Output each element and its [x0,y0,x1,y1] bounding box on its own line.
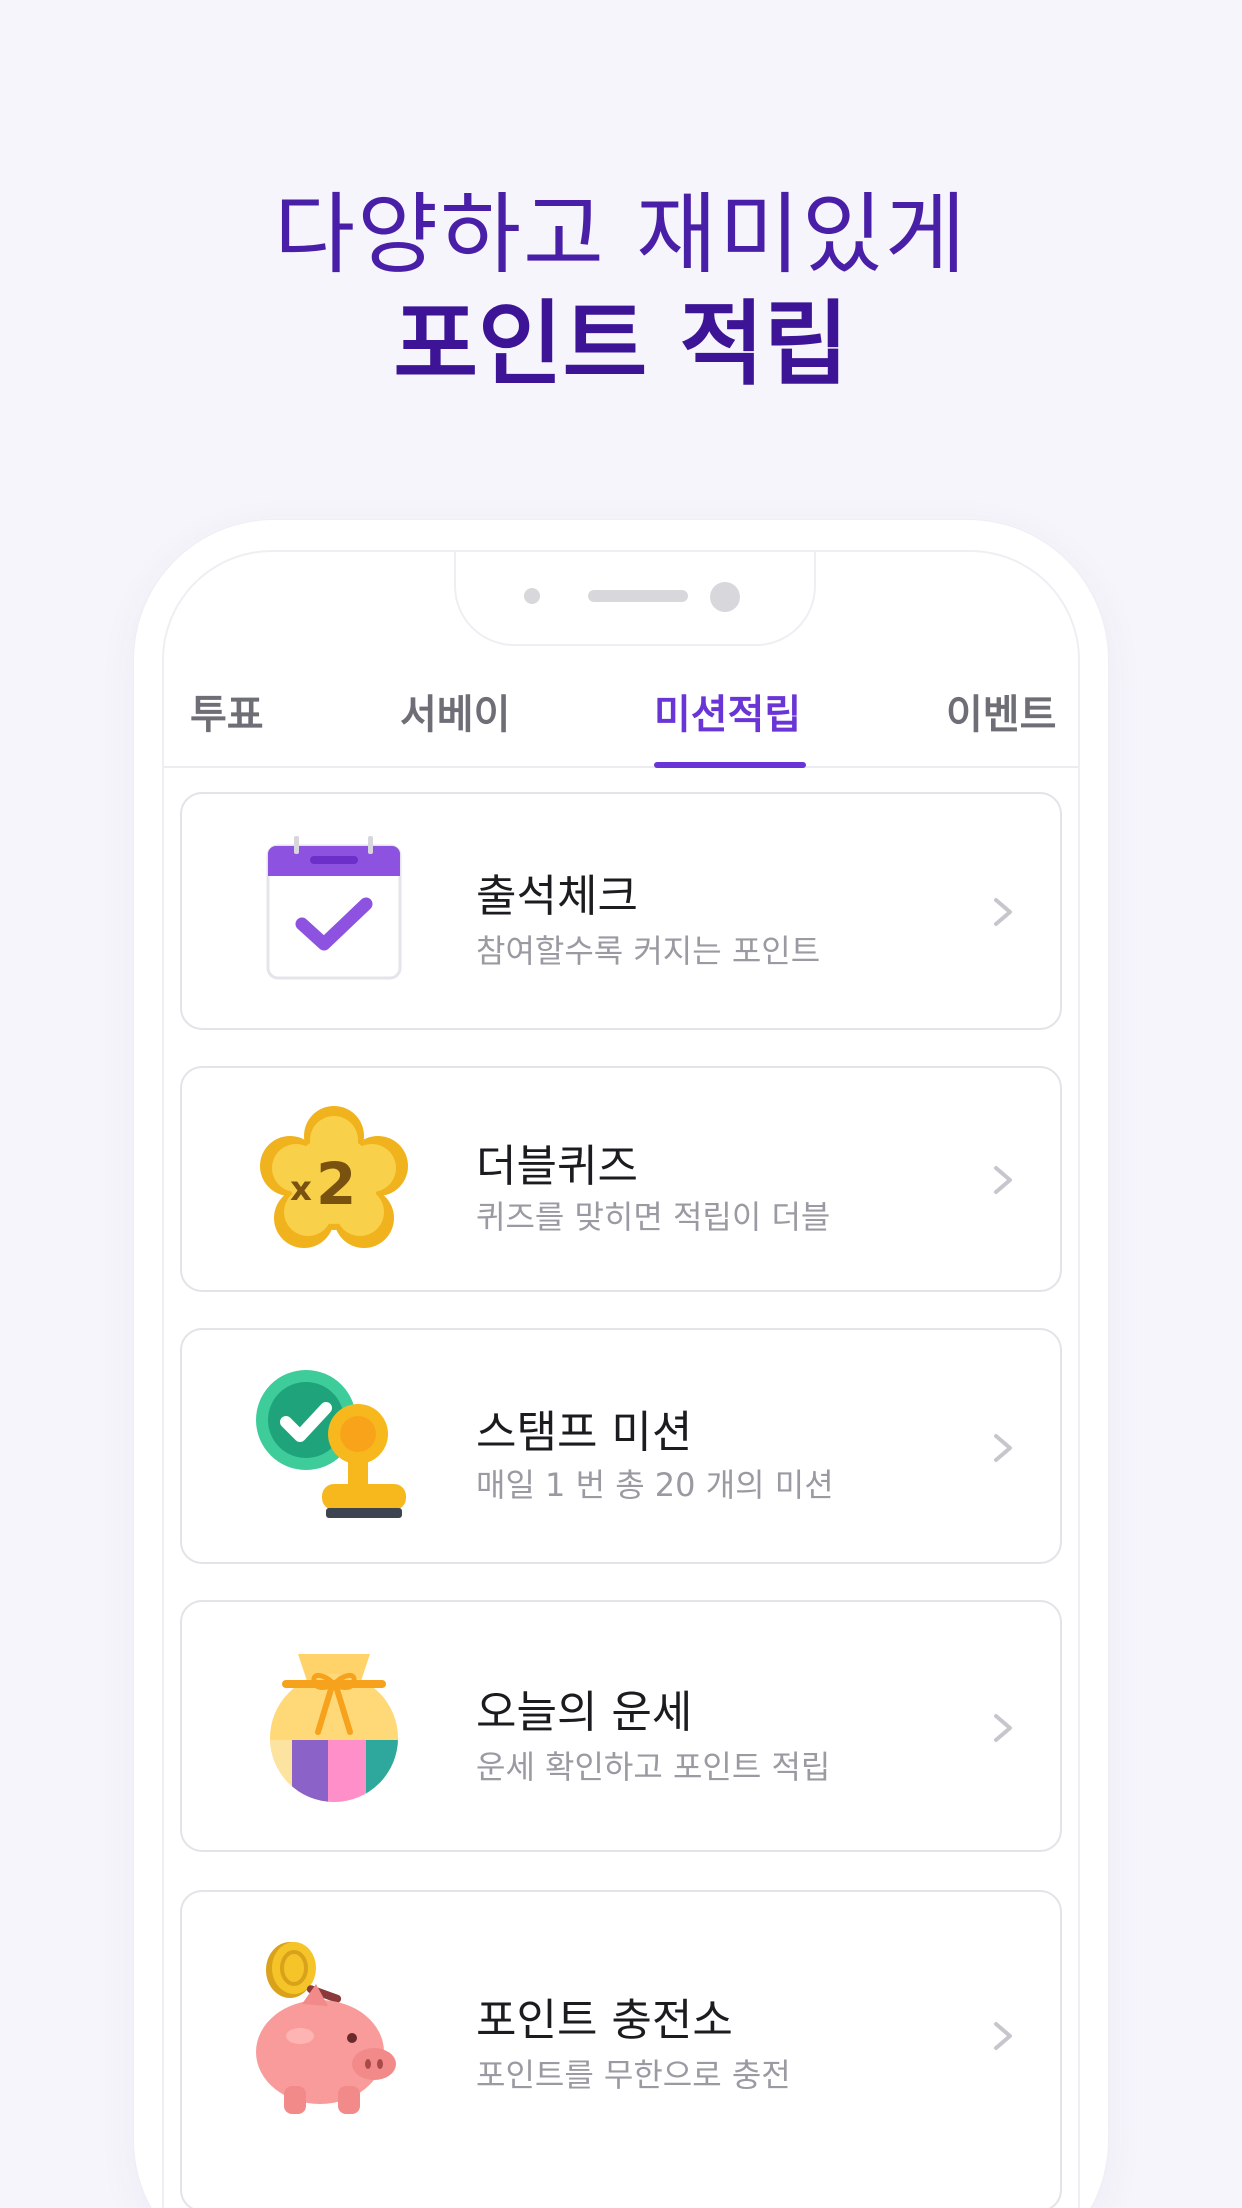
mission-title: 포인트 충전소 [476,1995,733,2046]
promo-page: 다양하고 재미있게 포인트 적립 투표 서베이 미션적립 이벤트 출석체크 참여… [0,0,1242,2208]
chevron-right-icon [994,1714,1012,1742]
mission-card-double-quiz[interactable]: x 2 더블퀴즈 퀴즈를 맞히면 적립이 더블 [180,1066,1062,1292]
tab-vote[interactable]: 투표 [190,682,264,740]
sensor-dot [524,588,540,604]
tab-event[interactable]: 이벤트 [946,682,1056,740]
svg-text:x: x [290,1169,312,1209]
phone-screen: 투표 서베이 미션적립 이벤트 출석체크 참여할수록 커지는 포인트 x 2 더… [162,550,1080,2208]
phone-frame: 투표 서베이 미션적립 이벤트 출석체크 참여할수록 커지는 포인트 x 2 더… [134,520,1108,2208]
chevron-right-icon [994,1434,1012,1462]
svg-text:2: 2 [316,1150,356,1218]
mission-card-point-charge[interactable]: 포인트 충전소 포인트를 무한으로 충전 [180,1890,1062,2208]
mission-title: 오늘의 운세 [476,1687,693,1738]
gold-x2-badge-icon: x 2 [260,1106,408,1248]
headline-line1: 다양하고 재미있게 [274,183,968,286]
chevron-right-icon [994,2022,1012,2050]
phone-notch [454,552,816,646]
mission-card-stamp[interactable]: 스탬프 미션 매일 1 번 총 20 개의 미션 [180,1328,1062,1564]
mission-card-fortune[interactable]: 오늘의 운세 운세 확인하고 포인트 적립 [180,1600,1062,1852]
chevron-right-icon [994,1166,1012,1194]
camera-dot [710,582,740,612]
speaker-bar [588,590,688,602]
tab-bar: 투표 서베이 미션적립 이벤트 [164,652,1078,768]
headline-line2: 포인트 적립 [393,291,849,398]
mission-subtitle: 포인트를 무한으로 충전 [476,2056,791,2094]
mission-subtitle: 매일 1 번 총 20 개의 미션 [476,1466,834,1504]
calendar-check-icon [266,836,402,980]
mission-title: 출석체크 [476,871,638,922]
mission-subtitle: 참여할수록 커지는 포인트 [476,932,821,970]
mission-subtitle: 퀴즈를 맞히면 적립이 더블 [476,1198,831,1236]
mission-subtitle: 운세 확인하고 포인트 적립 [476,1748,831,1786]
tab-mission[interactable]: 미션적립 [654,682,801,740]
mission-card-attendance[interactable]: 출석체크 참여할수록 커지는 포인트 [180,792,1062,1030]
stamp-check-icon [256,1370,406,1518]
piggy-bank-icon [256,1942,396,2114]
lucky-bag-icon [270,1654,398,1802]
mission-title: 스탬프 미션 [476,1407,693,1458]
mission-title: 더블퀴즈 [476,1141,638,1192]
headline: 다양하고 재미있게 포인트 적립 [0,180,1242,400]
chevron-right-icon [994,898,1012,926]
tab-survey[interactable]: 서베이 [400,682,510,740]
tab-active-indicator [654,762,806,768]
